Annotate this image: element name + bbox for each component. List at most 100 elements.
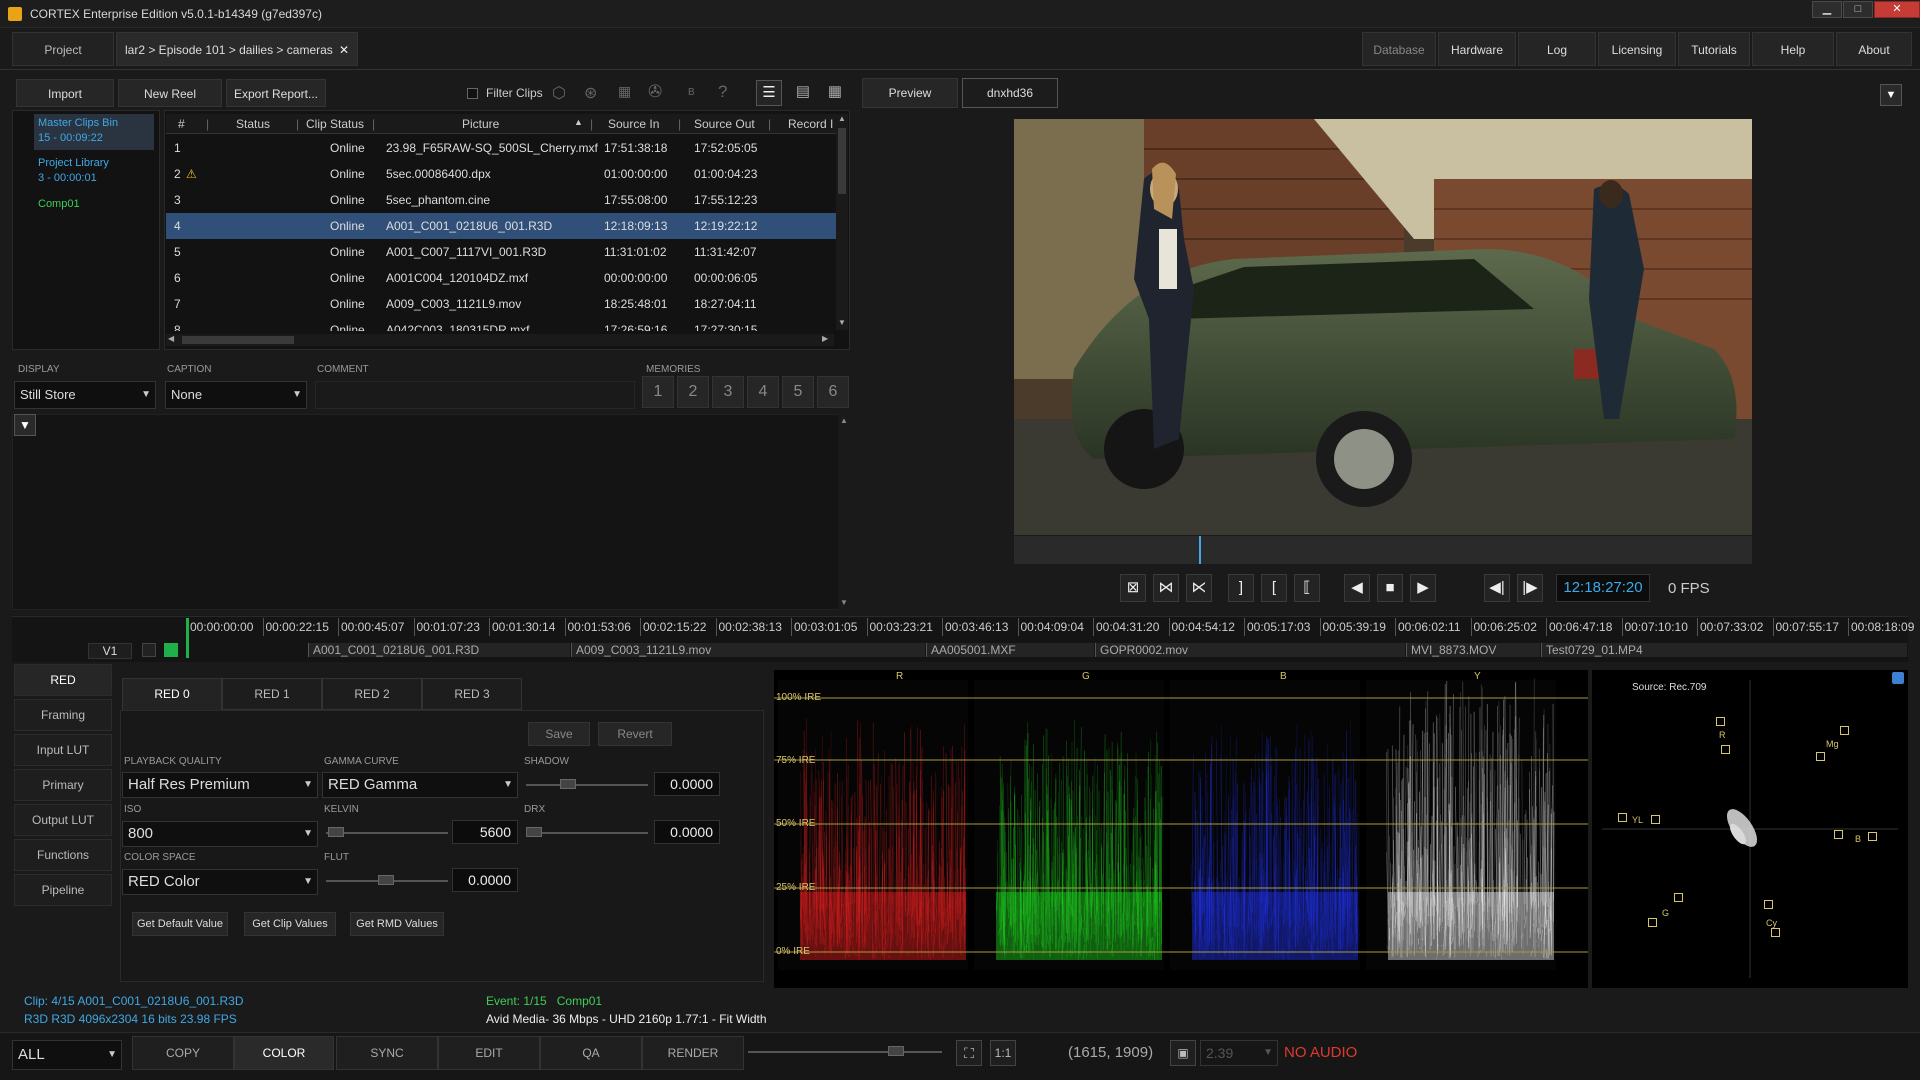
bin-comp01[interactable]: Comp01 (38, 198, 80, 210)
table-row[interactable]: 1 Online 23.98_F65RAW-SQ_500SL_Cherry.mxf 1… (166, 135, 836, 161)
scope-settings-icon[interactable] (1892, 672, 1904, 684)
table-row[interactable]: 8 Online A042C003_180315DR.mxf 17:26:59:16 1… (166, 317, 836, 331)
timeline-clip[interactable]: A001_C001_0218U6_001.R3D (308, 643, 570, 657)
bin-master-clips[interactable]: Master Clips Bin 15 - 00:09:22 (34, 114, 154, 150)
tab-copy[interactable]: COPY (132, 1036, 234, 1070)
side-tab-output-lut[interactable]: Output LUT (14, 804, 112, 836)
nav-database[interactable]: Database (1362, 32, 1436, 66)
still-vscrollbar[interactable]: ▲ ▼ (838, 414, 850, 610)
close-window-button[interactable]: ✕ (1874, 1, 1920, 18)
timeline-clip[interactable]: A009_C003_1121L9.mov (571, 643, 925, 657)
tab-edit[interactable]: EDIT (438, 1036, 540, 1070)
nav-about[interactable]: About (1836, 32, 1912, 66)
scroll-up-icon[interactable]: ▲ (840, 416, 848, 425)
clear-marks-icon[interactable]: ⋈ (1153, 574, 1179, 602)
flut-slider[interactable] (326, 875, 448, 885)
scroll-down-icon[interactable]: ▼ (840, 598, 848, 607)
tab-project-manager[interactable]: Project Manager (12, 32, 114, 91)
vectorscope[interactable] (1592, 670, 1908, 988)
scroll-down-icon[interactable]: ▼ (838, 318, 846, 327)
track-enable-toggle[interactable] (164, 643, 178, 657)
import-button[interactable]: Import (16, 79, 114, 107)
timeline-clip[interactable]: MVI_8873.MOV (1406, 643, 1540, 657)
nav-help[interactable]: Help (1752, 32, 1834, 66)
red-tab-1[interactable]: RED 1 (222, 678, 322, 710)
drx-slider[interactable] (526, 827, 648, 837)
tab-dnxhd36[interactable]: dnxhd36 (962, 78, 1058, 108)
film-reel-icon[interactable]: ✇ (648, 82, 662, 102)
side-tab-primary[interactable]: Primary (14, 769, 112, 801)
expand-triangle-icon[interactable]: ▼ (14, 414, 36, 436)
slider-knob[interactable] (328, 827, 344, 837)
col-source-out[interactable]: Source Out (694, 117, 755, 131)
table-row[interactable]: 3 Online 5sec_phantom.cine 17:55:08:00 17:55… (166, 187, 836, 213)
get-clip-values-button[interactable]: Get Clip Values (244, 912, 336, 936)
memory-1-button[interactable]: 1 (642, 376, 674, 408)
table-row[interactable]: 7 Online A009_C003_1121L9.mov 18:25:48:01 18… (166, 291, 836, 317)
nav-hardware[interactable]: Hardware (1438, 32, 1516, 66)
video-frame[interactable] (1014, 119, 1752, 535)
timecode-display[interactable]: 12:18:27:20 (1556, 574, 1650, 602)
detail-view-icon[interactable]: ▤ (790, 80, 816, 106)
grid-view-icon[interactable]: ▦ (822, 80, 848, 106)
maximize-button[interactable]: □ (1843, 1, 1873, 18)
get-default-value-button[interactable]: Get Default Value (132, 912, 228, 936)
scroll-right-icon[interactable]: ▶ (822, 334, 828, 343)
get-rmd-values-button[interactable]: Get RMD Values (350, 912, 444, 936)
memory-5-button[interactable]: 5 (782, 376, 814, 408)
side-tab-pipeline[interactable]: Pipeline (14, 874, 112, 906)
minimize-button[interactable]: ▁ (1812, 1, 1842, 18)
play-reverse-icon[interactable]: ◀ (1344, 574, 1370, 602)
side-tab-functions[interactable]: Functions (14, 839, 112, 871)
mark-in-icon[interactable]: [ (1261, 574, 1287, 602)
zoom-slider[interactable] (748, 1046, 942, 1056)
drx-field[interactable]: 0.0000 (654, 820, 720, 844)
shadow-field[interactable]: 0.0000 (654, 772, 720, 796)
side-tab-framing[interactable]: Framing (14, 699, 112, 731)
kelvin-field[interactable]: 5600 (452, 820, 518, 844)
aspect-dropdown[interactable]: 2.39 ▼ (1200, 1040, 1278, 1066)
mark-clip-icon[interactable]: ⟦ (1294, 574, 1320, 602)
step-back-icon[interactable]: ◀| (1484, 574, 1510, 602)
tab-breadcrumb[interactable]: lar2 > Episode 101 > dailies > cameras ✕ (116, 32, 358, 66)
mark-out-icon[interactable]: ] (1228, 574, 1254, 602)
hscroll-thumb[interactable] (182, 336, 294, 344)
side-tab-input-lut[interactable]: Input LUT (14, 734, 112, 766)
timeline-clip[interactable]: Test0729_01.MP4 (1541, 643, 1907, 657)
col-status[interactable]: Status (236, 117, 270, 131)
track-v1-label[interactable]: V1 (88, 643, 132, 659)
aspect-icon[interactable]: ▣ (1170, 1040, 1196, 1066)
col-record-in[interactable]: Record In (788, 117, 834, 131)
tab-qa[interactable]: QA (540, 1036, 642, 1070)
cube-icon[interactable]: ⬡ (552, 83, 566, 103)
waveform-scope[interactable] (774, 670, 1588, 988)
fit-screen-icon[interactable]: ⛶ (956, 1040, 982, 1066)
bin-project-library[interactable]: Project Library 3 - 00:00:01 (34, 154, 154, 190)
display-dropdown[interactable]: Still Store ▼ (14, 381, 156, 409)
slider-knob[interactable] (888, 1046, 904, 1056)
new-reel-button[interactable]: New Reel (118, 79, 222, 107)
timeline-clip[interactable]: GOPR0002.mov (1095, 643, 1405, 657)
clapper-icon[interactable]: ▦ (618, 83, 631, 100)
filter-clips-checkbox[interactable] (467, 88, 478, 99)
col-picture[interactable]: Picture (462, 117, 499, 131)
list-view-icon[interactable]: ☰ (756, 80, 782, 106)
table-row[interactable]: 6 Online A001C004_120104DZ.mxf 00:00:00:00 0… (166, 265, 836, 291)
table-row[interactable]: 4 Online A001_C001_0218U6_001.R3D 12:18:09:… (166, 213, 836, 239)
color-space-dropdown[interactable]: RED Color ▼ (122, 869, 318, 895)
tab-render[interactable]: RENDER (642, 1036, 744, 1070)
memory-2-button[interactable]: 2 (677, 376, 709, 408)
nav-log[interactable]: Log (1518, 32, 1596, 66)
mark-in-out-icon[interactable]: ⊠ (1120, 574, 1146, 602)
red-tab-3[interactable]: RED 3 (422, 678, 522, 710)
revert-button[interactable]: Revert (598, 722, 672, 746)
table-row[interactable]: 5 Online A001_C007_1117VI_001.R3D 11:31:01:… (166, 239, 836, 265)
nav-licensing[interactable]: Licensing (1598, 32, 1676, 66)
export-report-button[interactable]: Export Report... (226, 79, 326, 107)
slider-knob[interactable] (378, 875, 394, 885)
clear-out-icon[interactable]: ⋉ (1186, 574, 1212, 602)
memory-3-button[interactable]: 3 (712, 376, 744, 408)
table-row[interactable]: 2 Online 5sec.00086400.dpx 01:00:00:00 01:00… (166, 161, 836, 187)
step-forward-icon[interactable]: |▶ (1517, 574, 1543, 602)
memory-6-button[interactable]: 6 (817, 376, 849, 408)
